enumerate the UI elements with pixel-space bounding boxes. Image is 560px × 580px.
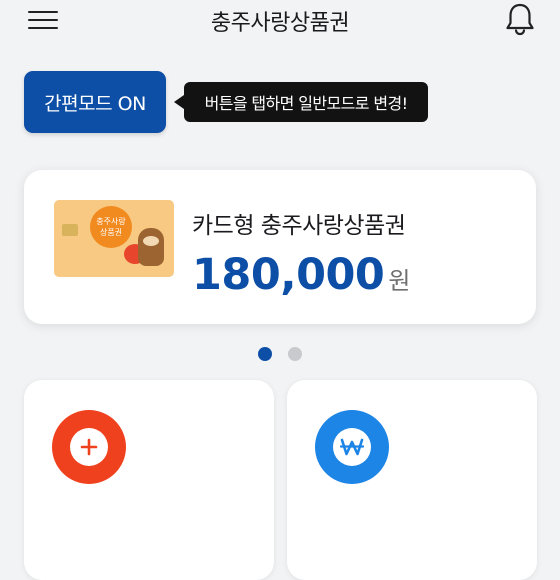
charge-tile[interactable] (24, 380, 274, 580)
plus-icon (52, 410, 126, 484)
payment-tile[interactable] (287, 380, 537, 580)
badge-line-1: 충주사랑 (96, 217, 126, 226)
carousel-indicator (258, 347, 302, 361)
card-thumbnail-badge: 충주사랑 상품권 (90, 206, 132, 248)
card-chip-icon (62, 224, 78, 236)
carousel-dot-2[interactable] (288, 347, 302, 361)
mascot-illustration (138, 228, 164, 266)
hamburger-menu-icon[interactable] (28, 8, 58, 32)
gift-card-panel[interactable]: 충주사랑 상품권 카드형 충주사랑상품권 180,000 원 (24, 170, 536, 324)
page-title: 충주사랑상품권 (210, 11, 350, 36)
balance-amount: 180,000 (192, 250, 385, 300)
easy-mode-tooltip: 버튼을 탭하면 일반모드로 변경! (174, 82, 428, 122)
badge-line-2: 상품권 (99, 228, 123, 237)
app-header: 충주사랑상품권 (0, 0, 560, 44)
bell-icon[interactable] (504, 2, 536, 36)
mascot-face-illustration (143, 236, 159, 246)
balance-unit: 원 (388, 267, 411, 295)
carousel-dot-1[interactable] (258, 347, 272, 361)
card-balance: 180,000 원 (192, 250, 410, 300)
easy-mode-toggle-button[interactable]: 간편모드 ON (24, 71, 166, 133)
card-thumbnail-image: 충주사랑 상품권 (54, 200, 174, 277)
won-icon (315, 410, 389, 484)
card-name: 카드형 충주사랑상품권 (192, 213, 406, 239)
